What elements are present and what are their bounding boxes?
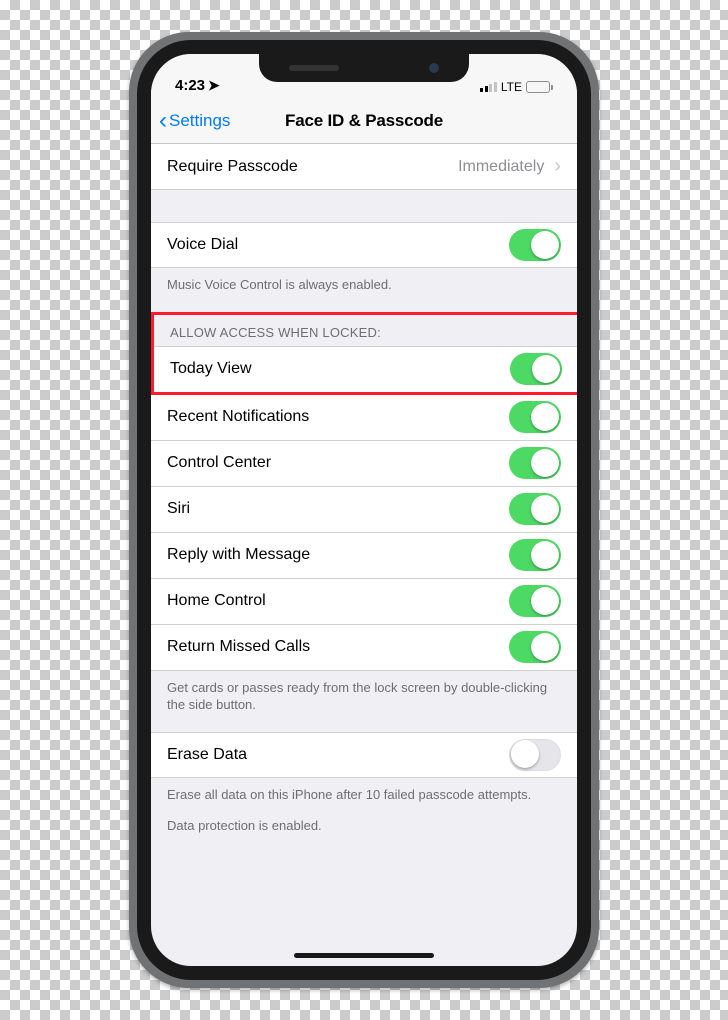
control-center-label: Control Center — [167, 454, 509, 472]
row-reply-message[interactable]: Reply with Message — [151, 533, 577, 579]
row-today-view[interactable]: Today View — [154, 346, 577, 392]
siri-toggle[interactable] — [509, 493, 561, 525]
network-label: LTE — [501, 80, 522, 94]
reply-message-label: Reply with Message — [167, 546, 509, 564]
row-recent-notifications[interactable]: Recent Notifications — [151, 395, 577, 441]
chevron-left-icon: ‹ — [159, 109, 167, 133]
recent-notifications-toggle[interactable] — [509, 401, 561, 433]
control-center-toggle[interactable] — [509, 447, 561, 479]
allow-access-footer: Get cards or passes ready from the lock … — [151, 671, 577, 732]
section-gap — [151, 190, 577, 222]
status-left: 4:23 ➤ — [175, 77, 220, 94]
home-indicator[interactable] — [294, 953, 434, 958]
erase-data-toggle[interactable] — [509, 739, 561, 771]
back-button[interactable]: ‹ Settings — [159, 109, 230, 133]
row-control-center[interactable]: Control Center — [151, 441, 577, 487]
settings-content[interactable]: Require Passcode Immediately › Voice Dia… — [151, 144, 577, 966]
battery-icon — [526, 81, 553, 93]
row-erase-data[interactable]: Erase Data — [151, 732, 577, 778]
today-view-toggle[interactable] — [510, 353, 562, 385]
reply-message-toggle[interactable] — [509, 539, 561, 571]
missed-calls-label: Return Missed Calls — [167, 638, 509, 656]
screen: 4:23 ➤ LTE ‹ Settings Face ID & Passcode — [151, 54, 577, 966]
phone-frame: 4:23 ➤ LTE ‹ Settings Face ID & Passcode — [129, 32, 599, 988]
back-label: Settings — [169, 111, 230, 131]
voice-dial-toggle[interactable] — [509, 229, 561, 261]
status-right: LTE — [480, 80, 553, 94]
siri-label: Siri — [167, 500, 509, 518]
erase-footer-1: Erase all data on this iPhone after 10 f… — [151, 778, 577, 814]
recent-notifications-label: Recent Notifications — [167, 408, 509, 426]
voice-dial-label: Voice Dial — [167, 236, 509, 254]
row-missed-calls[interactable]: Return Missed Calls — [151, 625, 577, 671]
allow-access-header: Allow Access When Locked: — [154, 315, 577, 346]
row-require-passcode[interactable]: Require Passcode Immediately › — [151, 144, 577, 190]
require-passcode-value: Immediately › — [458, 155, 561, 178]
phone-bezel: 4:23 ➤ LTE ‹ Settings Face ID & Passcode — [137, 40, 591, 980]
today-view-label: Today View — [170, 360, 510, 378]
navigation-bar: ‹ Settings Face ID & Passcode — [151, 98, 577, 144]
front-camera — [429, 63, 439, 73]
signal-icon — [480, 82, 497, 92]
location-icon: ➤ — [208, 77, 220, 94]
status-time: 4:23 — [175, 77, 205, 94]
notch — [259, 54, 469, 82]
home-control-label: Home Control — [167, 592, 509, 610]
page-title: Face ID & Passcode — [285, 111, 443, 131]
row-siri[interactable]: Siri — [151, 487, 577, 533]
row-home-control[interactable]: Home Control — [151, 579, 577, 625]
voice-dial-footer: Music Voice Control is always enabled. — [151, 268, 577, 312]
missed-calls-toggle[interactable] — [509, 631, 561, 663]
erase-footer-2: Data protection is enabled. — [151, 813, 577, 853]
home-control-toggle[interactable] — [509, 585, 561, 617]
require-passcode-label: Require Passcode — [167, 158, 458, 176]
chevron-right-icon: › — [554, 155, 561, 178]
row-voice-dial[interactable]: Voice Dial — [151, 222, 577, 268]
erase-data-label: Erase Data — [167, 746, 509, 764]
highlight-annotation: Allow Access When Locked: Today View — [151, 312, 577, 395]
speaker-grille — [289, 65, 339, 71]
